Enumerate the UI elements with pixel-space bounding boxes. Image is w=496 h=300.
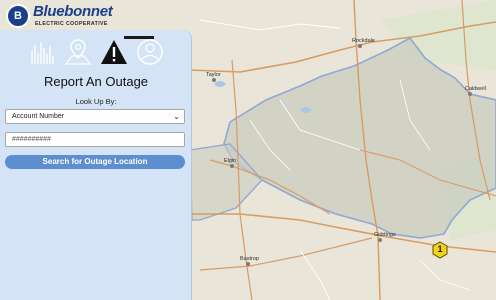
- town-marker: [358, 44, 362, 48]
- brand-logo: B Bluebonnet ELECTRIC COOPERATIVE: [6, 3, 118, 30]
- place-label-giddings: Giddings: [374, 232, 396, 238]
- account-number-input[interactable]: [5, 132, 185, 147]
- map-pin-icon: [64, 39, 92, 65]
- place-label-elgin: Elgin: [224, 158, 237, 164]
- brand-name: Bluebonnet: [33, 3, 113, 20]
- town-marker: [212, 78, 216, 82]
- place-label-caldwell: Caldwell: [465, 86, 486, 92]
- bar-chart-icon: [31, 42, 54, 64]
- chevron-down-icon: ⌄: [173, 112, 180, 121]
- place-label-bastrop: Bastrop: [240, 256, 259, 262]
- lookup-label: Look Up By:: [75, 97, 117, 106]
- place-label-taylor: Taylor: [206, 72, 221, 78]
- tab-account[interactable]: [134, 36, 166, 68]
- town-marker: [230, 164, 234, 168]
- lookup-type-selected: Account Number: [12, 113, 65, 120]
- town-marker: [378, 238, 382, 242]
- lookup-type-select[interactable]: Account Number ⌄: [5, 109, 185, 124]
- brand-badge-icon: B: [6, 4, 30, 28]
- town-marker: [468, 92, 472, 96]
- warning-icon: [101, 40, 127, 64]
- town-marker: [246, 262, 250, 266]
- outage-marker[interactable]: 1: [431, 241, 449, 259]
- tab-outage-stats[interactable]: [26, 36, 58, 68]
- place-label-rockdale: Rockdale: [352, 38, 375, 44]
- tab-outage-map[interactable]: [62, 36, 94, 68]
- panel-title: Report An Outage: [43, 74, 149, 89]
- brand-tagline: ELECTRIC COOPERATIVE: [35, 21, 108, 27]
- user-icon: [137, 39, 163, 65]
- panel-tab-bar: [26, 36, 166, 68]
- active-tab-indicator: [124, 36, 154, 39]
- search-outage-button[interactable]: Search for Outage Location: [5, 155, 185, 169]
- outage-marker-count: 1: [437, 244, 443, 254]
- tab-report-outage[interactable]: [98, 36, 130, 68]
- report-outage-panel: Report An Outage Look Up By: Account Num…: [0, 30, 192, 300]
